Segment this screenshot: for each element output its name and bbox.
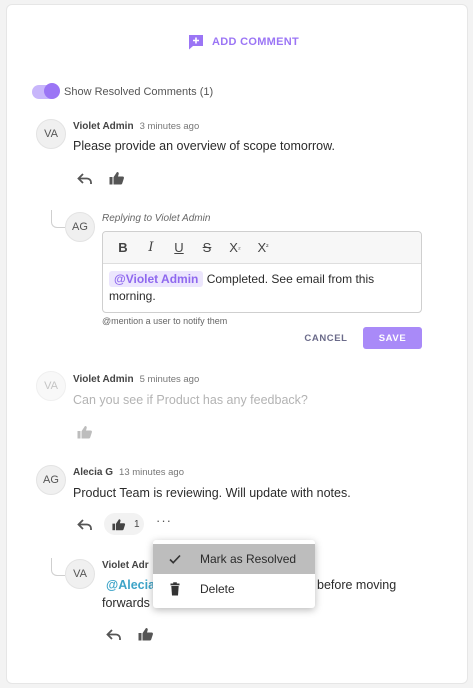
- comment-time: 5 minutes ago: [139, 374, 200, 385]
- superscript-button[interactable]: X²: [251, 237, 275, 259]
- more-options-icon[interactable]: ···: [156, 514, 172, 527]
- comment-author: Violet Admin 3 minutes ago: [73, 121, 199, 132]
- comment-text: Please provide an overview of scope tomo…: [73, 139, 335, 153]
- show-resolved-toggle[interactable]: [32, 83, 60, 99]
- comment-time: 3 minutes ago: [139, 121, 200, 132]
- comment-text: Can you see if Product has any feedback?: [73, 393, 308, 407]
- italic-button[interactable]: I: [139, 237, 163, 259]
- author-name: Alecia G: [73, 467, 114, 478]
- reply-icon[interactable]: [106, 628, 122, 642]
- subscript-button[interactable]: X₂: [223, 237, 247, 259]
- show-resolved-row: Show Resolved Comments (1): [32, 83, 214, 99]
- mention-chip: @Violet Admin: [109, 271, 204, 287]
- thread-connector: [51, 558, 65, 576]
- menu-item-label: Delete: [200, 582, 235, 596]
- avatar: AG: [36, 465, 66, 495]
- comment-text: Product Team is reviewing. Will update w…: [73, 486, 351, 500]
- add-comment-label: ADD COMMENT: [212, 36, 300, 48]
- like-button[interactable]: 1: [104, 513, 144, 535]
- editor-text-line1: Completed. See email from this: [203, 272, 375, 286]
- superscript-letter: X: [257, 240, 267, 255]
- add-comment-icon: [189, 35, 203, 50]
- comment-author: Violet Adr: [102, 560, 149, 571]
- author-name: Violet Admin: [73, 374, 134, 385]
- thread-connector: [51, 210, 65, 228]
- check-icon: [169, 554, 181, 564]
- strikethrough-button[interactable]: S: [195, 237, 219, 259]
- reply-icon[interactable]: [77, 518, 93, 532]
- comment-time: 13 minutes ago: [119, 467, 184, 478]
- author-name: Violet Admin: [73, 121, 134, 132]
- replying-to-label: Replying to Violet Admin: [102, 213, 211, 224]
- menu-item-mark-resolved[interactable]: Mark as Resolved: [153, 544, 315, 574]
- trash-icon: [170, 582, 180, 596]
- like-icon[interactable]: [138, 627, 154, 641]
- reply-icon[interactable]: [77, 172, 93, 186]
- editor-content[interactable]: @Violet Admin Completed. See email from …: [103, 264, 421, 312]
- show-resolved-label: Show Resolved Comments (1): [64, 86, 214, 98]
- avatar: AG: [65, 212, 95, 242]
- menu-item-delete[interactable]: Delete: [153, 574, 315, 604]
- subscript-letter: X: [229, 240, 238, 255]
- like-icon[interactable]: [109, 171, 125, 185]
- comment-author: Alecia G 13 minutes ago: [73, 467, 184, 478]
- comment-author: Violet Admin 5 minutes ago: [73, 374, 199, 385]
- like-count: 1: [134, 518, 140, 530]
- save-button[interactable]: SAVE: [363, 327, 422, 349]
- editor-toolbar: B I U S X₂ X²: [103, 232, 421, 264]
- nested-reply-text-tail: before moving: [317, 578, 397, 592]
- superscript-mark: ²: [266, 244, 269, 251]
- toggle-knob: [44, 83, 60, 99]
- avatar: VA: [36, 371, 66, 401]
- menu-item-label: Mark as Resolved: [200, 552, 297, 566]
- nested-reply-mention: @Alecia: [106, 578, 155, 592]
- cancel-button[interactable]: CANCEL: [299, 328, 353, 348]
- bold-button[interactable]: B: [111, 237, 135, 259]
- reply-editor[interactable]: B I U S X₂ X² @Violet Admin Completed. S…: [102, 231, 422, 313]
- nested-reply-text-line2: forwards: [102, 596, 150, 610]
- add-comment-button[interactable]: ADD COMMENT: [188, 33, 299, 51]
- like-icon[interactable]: [77, 425, 93, 439]
- comment-context-menu: Mark as Resolved Delete: [153, 540, 315, 608]
- like-icon: [112, 518, 126, 530]
- underline-button[interactable]: U: [167, 237, 191, 259]
- mention-hint: @mention a user to notify them: [102, 316, 228, 326]
- avatar: VA: [36, 119, 66, 149]
- avatar: VA: [65, 559, 95, 589]
- editor-text-line2: morning.: [109, 289, 156, 303]
- mention-link[interactable]: @Alecia: [106, 578, 155, 592]
- subscript-mark: ₂: [237, 244, 241, 251]
